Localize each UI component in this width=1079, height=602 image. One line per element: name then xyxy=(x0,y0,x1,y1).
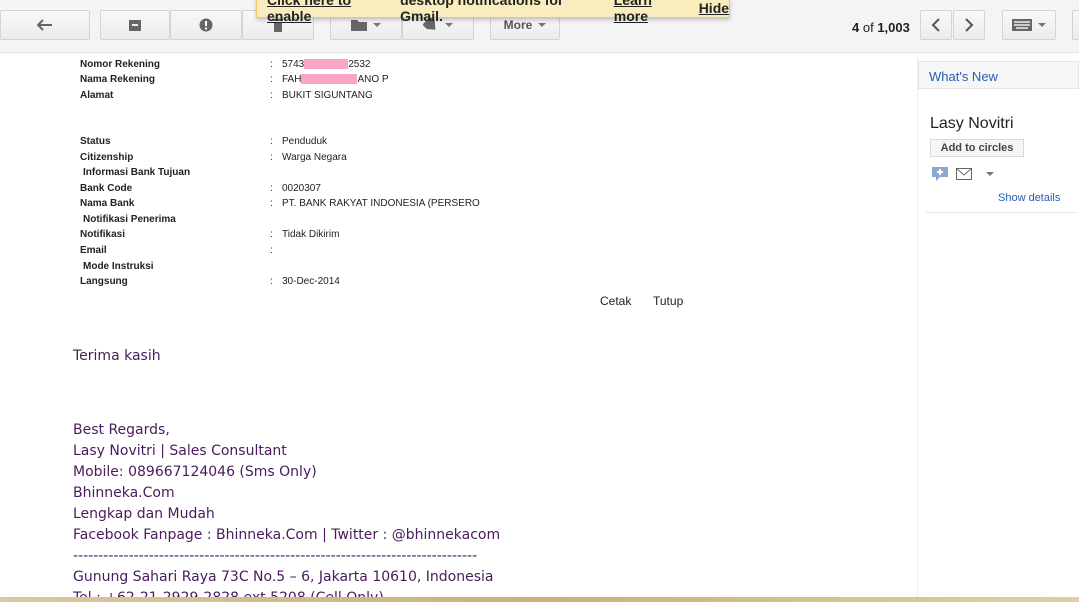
hangout-icon[interactable] xyxy=(932,167,948,181)
transfer-value-text: FAH xyxy=(282,74,302,85)
separator-colon: : xyxy=(270,152,273,163)
signature-regards: Best Regards, xyxy=(73,422,170,438)
transfer-value-text: 0020307 xyxy=(282,183,321,194)
separator-colon: : xyxy=(270,276,273,287)
transfer-value: Warga Negara xyxy=(282,152,347,163)
chevron-right-icon xyxy=(965,18,974,32)
transfer-value-text: Tidak Dikirim xyxy=(282,229,340,240)
transfer-value-text: 5743 xyxy=(282,59,305,70)
bottom-edge xyxy=(0,597,1079,602)
transfer-value: FAH ANO P xyxy=(282,74,389,85)
signature-thanks: Terima kasih xyxy=(73,348,161,364)
redaction-mark xyxy=(304,59,349,70)
signature-mobile: Mobile: 089667124046 (Sms Only) xyxy=(73,464,317,480)
separator-colon: : xyxy=(270,90,273,101)
transfer-label: Email xyxy=(80,245,107,256)
reply-icon xyxy=(37,19,52,31)
separator-colon: : xyxy=(270,229,273,240)
transfer-label: Notifikasi xyxy=(80,229,126,240)
right-panel: What's New Lasy Novitri Add to circles S… xyxy=(917,53,1079,602)
transfer-label: Notifikasi Penerima xyxy=(83,214,176,225)
counter-of: of xyxy=(862,20,874,35)
transfer-value-text: Penduduk xyxy=(282,136,328,147)
input-tools-button[interactable] xyxy=(1002,10,1056,40)
show-details-link[interactable]: Show details xyxy=(998,192,1060,204)
transfer-value: 30-Dec-2014 xyxy=(282,276,340,287)
signature-social: Facebook Fanpage : Bhinneka.Com | Twitte… xyxy=(73,527,501,543)
transfer-label: Langsung xyxy=(80,276,128,287)
mail-icon[interactable] xyxy=(956,168,972,180)
chevron-left-icon xyxy=(931,18,940,32)
transfer-value: PT. BANK RAKYAT INDONESIA (PERSERO xyxy=(282,198,480,209)
transfer-label: Informasi Bank Tujuan xyxy=(83,167,191,178)
transfer-value: Tidak Dikirim xyxy=(282,229,339,240)
transfer-label: Nomor Rekening xyxy=(80,59,161,70)
settings-button-edge[interactable] xyxy=(1072,10,1079,40)
hide-link[interactable]: Hide xyxy=(699,0,729,16)
older-button[interactable] xyxy=(953,10,985,40)
transfer-value-text: PT. BANK RAKYAT INDONESIA (PERSERO xyxy=(282,198,480,209)
transfer-label: Citizenship xyxy=(80,152,134,163)
transfer-value-tail: ANO P xyxy=(357,74,389,85)
signature-address: Gunung Sahari Raya 73C No.5 – 6, Jakarta… xyxy=(73,569,494,585)
separator-colon: : xyxy=(270,136,273,147)
message-body: Nomor Rekening:5743 2532 Nama Rekening: FAH… xyxy=(0,53,916,602)
enable-notifications-link[interactable]: Click here to enable xyxy=(267,0,394,24)
signature-company: Bhinneka.Com xyxy=(73,485,175,501)
archive-icon xyxy=(129,20,141,31)
counter-current: 4 xyxy=(852,20,860,35)
transfer-label: Bank Code xyxy=(80,183,133,194)
transfer-label: Nama Rekening xyxy=(80,74,156,85)
transfer-value: Penduduk xyxy=(282,136,327,147)
separator-colon: : xyxy=(270,198,273,209)
message-counter: 4 of 1,003 xyxy=(852,20,910,35)
transfer-label: Mode Instruksi xyxy=(83,261,154,272)
transfer-value: 0020307 xyxy=(282,183,321,194)
signature-divider: ----------------------------------------… xyxy=(73,548,478,564)
archive-button[interactable] xyxy=(100,10,170,40)
transfer-value-tail: 2532 xyxy=(348,59,371,70)
signature-name: Lasy Novitri | Sales Consultant xyxy=(73,443,287,459)
separator-colon: : xyxy=(270,183,273,194)
divider xyxy=(926,212,1076,213)
cetak-button[interactable]: Cetak xyxy=(600,294,631,308)
whats-new-header[interactable]: What's New xyxy=(918,61,1079,89)
transfer-label: Nama Bank xyxy=(80,198,135,209)
tutup-button[interactable]: Tutup xyxy=(653,294,683,308)
notification-text: desktop notifications for Gmail. xyxy=(400,0,563,24)
counter-total: 1,003 xyxy=(877,20,910,35)
separator-colon: : xyxy=(270,74,273,85)
more-actions-caret-icon[interactable] xyxy=(986,172,994,176)
add-to-circles-button[interactable]: Add to circles xyxy=(930,139,1024,157)
redaction-mark xyxy=(301,74,358,85)
keyboard-icon xyxy=(1012,19,1032,31)
report-spam-button[interactable] xyxy=(170,10,242,40)
separator-colon: : xyxy=(270,59,273,70)
learn-more-link[interactable]: Learn more xyxy=(614,0,687,24)
contact-name: Lasy Novitri xyxy=(930,115,1014,132)
transfer-value-text: Warga Negara xyxy=(282,152,347,163)
transfer-label: Alamat xyxy=(80,90,114,101)
newer-button[interactable] xyxy=(920,10,952,40)
transfer-label: Status xyxy=(80,136,111,147)
reply-button[interactable] xyxy=(0,10,90,40)
spam-icon xyxy=(199,18,213,32)
transfer-value: 5743 2532 xyxy=(282,59,371,70)
contact-actions xyxy=(932,167,994,181)
transfer-value: BUKIT SIGUNTANG xyxy=(282,90,373,101)
signature-tagline: Lengkap dan Mudah xyxy=(73,506,215,522)
separator-colon: : xyxy=(270,245,273,256)
notification-bar: Click here to enable desktop notificatio… xyxy=(256,0,730,24)
transfer-value-text: BUKIT SIGUNTANG xyxy=(282,90,373,101)
toolbar: More Click here to enable desktop notifi… xyxy=(0,0,1079,53)
transfer-value-text: 30-Dec-2014 xyxy=(282,276,340,287)
